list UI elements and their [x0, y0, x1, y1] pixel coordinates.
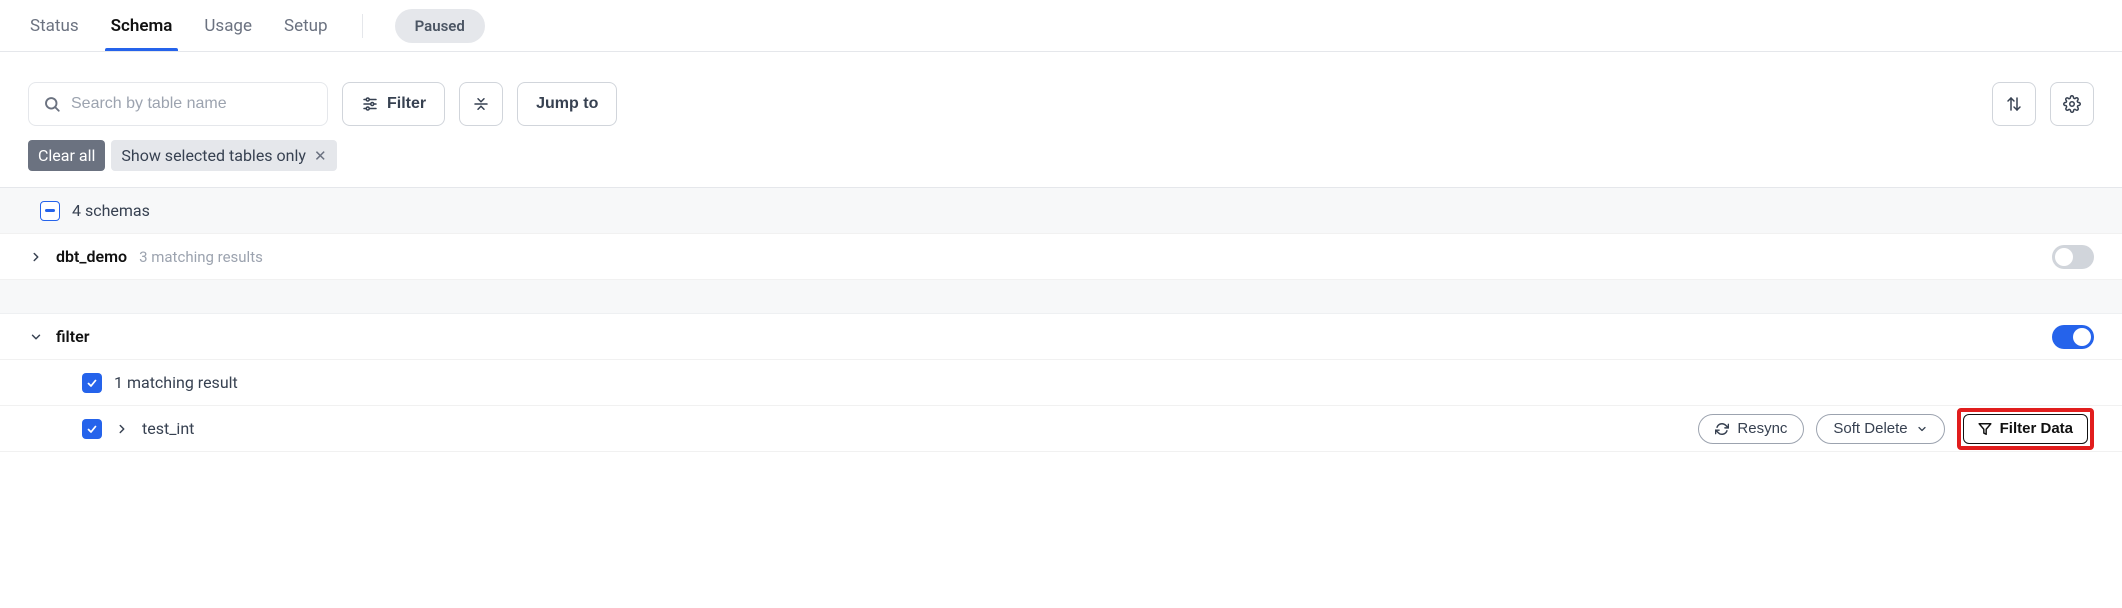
- sliders-icon: [361, 95, 379, 113]
- filter-icon: [1978, 422, 1992, 436]
- table-row[interactable]: test_int Resync Soft Delete Filter Data: [0, 406, 2122, 452]
- resync-label: Resync: [1737, 420, 1787, 437]
- gear-icon: [2063, 95, 2081, 113]
- delete-mode-select[interactable]: Soft Delete: [1816, 414, 1944, 444]
- close-icon[interactable]: ✕: [314, 147, 327, 165]
- jump-to-button[interactable]: Jump to: [517, 82, 617, 126]
- schema-toggle[interactable]: [2052, 325, 2094, 349]
- filter-button[interactable]: Filter: [342, 82, 445, 126]
- table-checkbox[interactable]: [82, 419, 102, 439]
- tab-status[interactable]: Status: [28, 2, 81, 50]
- search-icon: [43, 95, 61, 113]
- filter-data-button[interactable]: Filter Data: [1963, 414, 2088, 444]
- schema-row-filter[interactable]: filter: [0, 314, 2122, 360]
- filter-data-label: Filter Data: [2000, 420, 2073, 437]
- chevron-right-icon[interactable]: [28, 250, 44, 264]
- match-count-label: 1 matching result: [114, 373, 238, 392]
- table-name: test_int: [142, 419, 194, 438]
- schema-header-row: 4 schemas: [0, 188, 2122, 234]
- select-all-checkbox[interactable]: [40, 201, 60, 221]
- tabs-divider: [362, 14, 363, 38]
- jump-to-label: Jump to: [536, 95, 598, 113]
- schema-name: dbt_demo: [56, 247, 127, 266]
- search-input-wrapper[interactable]: [28, 82, 328, 126]
- collapse-all-button[interactable]: [459, 82, 503, 126]
- sort-button[interactable]: [1992, 82, 2036, 126]
- schema-count-label: 4 schemas: [72, 201, 150, 220]
- toolbar: Filter Jump to: [0, 52, 2122, 140]
- collapse-icon: [472, 95, 490, 113]
- tab-usage[interactable]: Usage: [202, 2, 254, 50]
- clear-all-chip[interactable]: Clear all: [28, 140, 105, 171]
- table-row-actions: Resync Soft Delete Filter Data: [1698, 408, 2094, 450]
- schema-name: filter: [56, 327, 89, 346]
- delete-mode-label: Soft Delete: [1833, 420, 1907, 437]
- schema-row-dbt-demo[interactable]: dbt_demo 3 matching results: [0, 234, 2122, 280]
- settings-button[interactable]: [2050, 82, 2094, 126]
- schema-list: 4 schemas dbt_demo 3 matching results fi…: [0, 187, 2122, 452]
- show-selected-chip-label: Show selected tables only: [121, 146, 306, 165]
- schema-checkbox[interactable]: [82, 373, 102, 393]
- filter-chips-row: Clear all Show selected tables only ✕: [0, 140, 2122, 187]
- schema-toggle[interactable]: [2052, 245, 2094, 269]
- tab-setup[interactable]: Setup: [282, 2, 330, 50]
- resync-button[interactable]: Resync: [1698, 414, 1804, 444]
- filter-data-highlight: Filter Data: [1957, 408, 2094, 450]
- refresh-icon: [1715, 422, 1729, 436]
- schema-match-row: 1 matching result: [0, 360, 2122, 406]
- show-selected-chip[interactable]: Show selected tables only ✕: [111, 140, 336, 171]
- chevron-right-icon[interactable]: [114, 422, 130, 436]
- status-badge: Paused: [395, 9, 485, 43]
- search-input[interactable]: [71, 95, 313, 113]
- schema-gap: [0, 280, 2122, 314]
- chevron-down-icon: [1916, 423, 1928, 435]
- filter-button-label: Filter: [387, 95, 426, 113]
- chevron-down-icon[interactable]: [28, 330, 44, 344]
- tab-schema[interactable]: Schema: [109, 2, 175, 50]
- sort-icon: [2005, 95, 2023, 113]
- schema-subtext: 3 matching results: [139, 248, 263, 266]
- tabs-bar: Status Schema Usage Setup Paused: [0, 0, 2122, 52]
